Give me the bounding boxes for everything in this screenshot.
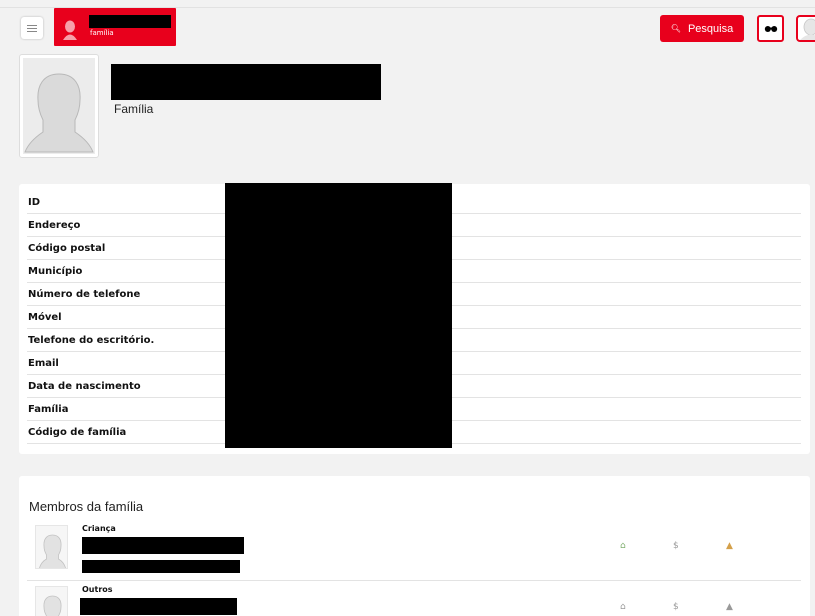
person-icon[interactable]: ▲ (726, 602, 733, 612)
user-avatar-icon (800, 18, 815, 40)
redacted-name (89, 15, 171, 28)
member-avatar (35, 586, 68, 616)
menu-button[interactable] (21, 17, 43, 39)
search-icon: 🔍︎ (670, 24, 681, 33)
info-label: Município (28, 266, 83, 277)
redacted-member-detail (82, 560, 240, 573)
info-label: Família (28, 404, 69, 415)
profile-type: Família (114, 102, 154, 116)
info-label: Data de nascimento (28, 381, 141, 392)
search-button-label: Pesquisa (687, 22, 734, 35)
info-label: Código de família (28, 427, 127, 438)
mask-icon (764, 25, 777, 32)
member-role: Outros (82, 585, 113, 594)
person-icon[interactable]: ▲ (726, 541, 733, 551)
dollar-icon[interactable]: $ (673, 541, 679, 551)
redacted-member-name (80, 598, 237, 615)
brand-subtitle: família (90, 29, 114, 37)
info-label: Email (28, 358, 59, 369)
info-label: Endereço (28, 220, 81, 231)
family-members-card: Membros da família Criança ⌂ $ ▲ Outros … (19, 476, 810, 616)
info-label: Telefone do escritório. (28, 335, 155, 346)
person-silhouette-icon (39, 534, 66, 568)
profile-photo (19, 54, 99, 158)
redacted-member-name (82, 537, 244, 554)
redacted-profile-name (111, 64, 381, 100)
members-title: Membros da família (29, 499, 144, 514)
avatar-icon (63, 20, 77, 40)
menu-icon (27, 25, 37, 26)
member-row[interactable]: Outros ⌂ $ ▲ (27, 582, 801, 616)
member-row[interactable]: Criança ⌂ $ ▲ (27, 521, 801, 581)
info-label: Móvel (28, 312, 62, 323)
person-silhouette-icon (43, 595, 62, 616)
mask-button[interactable] (757, 15, 784, 42)
person-silhouette-icon (24, 73, 94, 153)
info-label: Código postal (28, 243, 106, 254)
dollar-icon[interactable]: $ (673, 602, 679, 612)
member-role: Criança (82, 524, 116, 533)
info-label: ID (28, 197, 41, 208)
redacted-info-values (225, 183, 452, 448)
house-icon[interactable]: ⌂ (620, 541, 626, 551)
family-brand-card[interactable]: família (54, 8, 176, 46)
house-icon[interactable]: ⌂ (620, 602, 626, 612)
info-label: Número de telefone (28, 289, 141, 300)
member-avatar (35, 525, 68, 569)
user-menu-button[interactable] (796, 15, 815, 42)
search-button[interactable]: 🔍︎ Pesquisa (660, 15, 744, 42)
top-bar: família 🔍︎ Pesquisa (0, 0, 815, 48)
